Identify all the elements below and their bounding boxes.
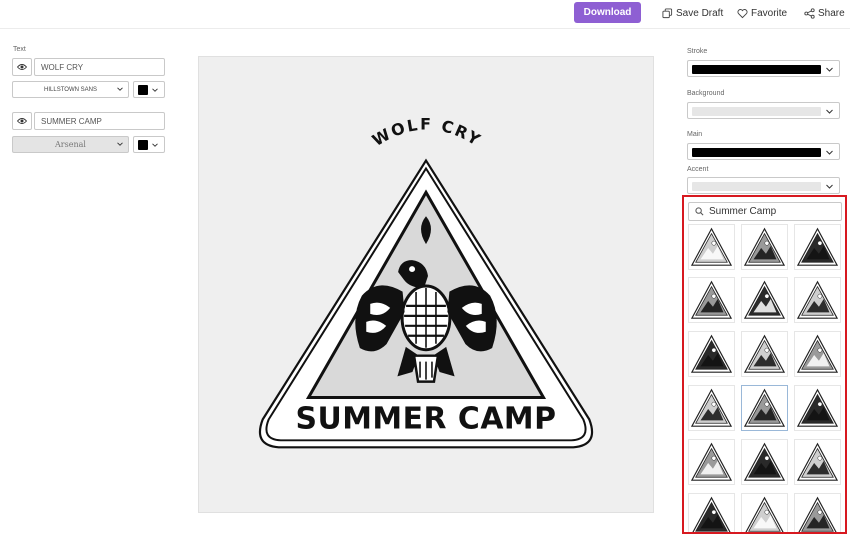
tent-icon [743, 334, 786, 373]
template-thumb-tent[interactable] [688, 331, 735, 377]
design-canvas[interactable]: WOLF CRY SUMMER CAMP [198, 56, 654, 513]
template-search-value: Summer Camp [709, 206, 777, 217]
font-select-line-1-value: HILLSTOWN SANS [44, 86, 97, 93]
template-thumb-paw[interactable] [794, 277, 841, 323]
share-button[interactable]: Share [804, 5, 845, 21]
owl-icon [796, 227, 839, 266]
template-thumb-mountain-moon[interactable] [741, 277, 788, 323]
main-color-bar [692, 148, 821, 157]
chevron-down-icon [152, 87, 158, 92]
background-label: Background [687, 90, 725, 97]
template-thumb-tent[interactable] [794, 493, 841, 532]
top-bar: Download Save Draft Favorite Share [0, 0, 850, 29]
tent-icon [745, 496, 784, 532]
tent-icon [798, 496, 837, 532]
template-gallery: Summer Camp [682, 195, 847, 534]
tree-icon [743, 442, 786, 481]
save-draft-button[interactable]: Save Draft [662, 5, 723, 21]
eye-icon [17, 64, 27, 70]
mountain-moon-icon [743, 280, 786, 319]
template-thumb-tent[interactable] [741, 493, 788, 532]
paw-icon [796, 280, 839, 319]
template-thumb-mountain[interactable] [688, 277, 735, 323]
save-draft-label: Save Draft [676, 7, 724, 19]
template-thumb-owl[interactable] [794, 224, 841, 270]
chevron-down-icon [117, 142, 123, 146]
template-thumb-mountain[interactable] [688, 493, 735, 532]
font-select-line-2[interactable]: Arsenal [12, 136, 129, 153]
bear-moon-icon [796, 334, 839, 373]
main-label: Main [687, 131, 703, 138]
stroke-color-bar [692, 65, 821, 74]
heart-icon [737, 8, 748, 18]
font-select-line-1[interactable]: HILLSTOWN SANS [12, 81, 129, 98]
template-thumb-pine-trees[interactable] [794, 439, 841, 485]
template-thumb-bird[interactable] [741, 385, 788, 431]
font-select-line-2-value: Arsenal [55, 140, 86, 149]
text-line-1-input[interactable]: WOLF CRY [34, 58, 165, 76]
color-select-line-1[interactable] [133, 81, 165, 98]
share-label: Share [818, 7, 845, 19]
chevron-down-icon [117, 87, 123, 91]
text-section-label: Text [13, 46, 26, 53]
color-swatch [138, 139, 148, 150]
accent-color-bar [692, 182, 821, 191]
background-color-bar [692, 107, 821, 116]
template-thumb-bear-moon[interactable] [794, 331, 841, 377]
logo-top-text: WOLF CRY [369, 115, 485, 150]
template-thumb-bear[interactable] [741, 224, 788, 270]
text-line-2-input[interactable]: SUMMER CAMP [34, 112, 165, 130]
mountain-icon [692, 496, 731, 532]
color-select-line-2[interactable] [133, 136, 165, 153]
template-thumb-wolf-howl[interactable] [794, 385, 841, 431]
stroke-color-select[interactable] [687, 60, 840, 77]
text-line-1-style-row: HILLSTOWN SANS [12, 81, 165, 98]
tent-icon [690, 334, 733, 373]
favorite-label: Favorite [751, 7, 788, 19]
wolf-howl-icon [796, 388, 839, 427]
text-line-2-row: SUMMER CAMP [12, 112, 165, 130]
logo-bottom-text: SUMMER CAMP [295, 401, 556, 436]
template-thumb-canyon[interactable] [688, 439, 735, 485]
bear-icon [690, 227, 733, 266]
text-line-2-style-row: Arsenal [12, 136, 165, 153]
accent-label: Accent [687, 166, 709, 173]
chevron-down-icon [826, 67, 833, 72]
color-swatch [138, 84, 148, 95]
favorite-button[interactable]: Favorite [737, 5, 787, 21]
template-thumb-tent[interactable] [741, 331, 788, 377]
share-icon [804, 7, 815, 19]
canyon-icon [690, 442, 733, 481]
visibility-toggle-line-2[interactable] [12, 112, 32, 130]
template-thumb-bear[interactable] [688, 224, 735, 270]
eye-icon [17, 118, 27, 124]
chevron-down-icon [152, 142, 158, 147]
main-color-select[interactable] [687, 143, 840, 160]
chevron-down-icon [826, 150, 833, 155]
chevron-down-icon [826, 109, 833, 114]
download-button[interactable]: Download [574, 2, 641, 23]
template-search-input[interactable]: Summer Camp [688, 202, 842, 221]
mountain-icon [690, 280, 733, 319]
stroke-label: Stroke [687, 48, 708, 55]
bird-icon [743, 388, 786, 427]
bear-icon [743, 227, 786, 266]
search-icon [695, 207, 704, 216]
text-line-1-row: WOLF CRY [12, 58, 165, 76]
accent-color-select[interactable] [687, 177, 840, 194]
copy-icon [662, 7, 673, 18]
chevron-down-icon [826, 184, 833, 189]
logo-artwork: WOLF CRY SUMMER CAMP [258, 115, 594, 449]
pine-trees-icon [796, 442, 839, 481]
template-thumb-tree[interactable] [741, 439, 788, 485]
mountain-van-icon [690, 388, 733, 427]
template-thumb-mountain-van[interactable] [688, 385, 735, 431]
visibility-toggle-line-1[interactable] [12, 58, 32, 76]
background-color-select[interactable] [687, 102, 840, 119]
